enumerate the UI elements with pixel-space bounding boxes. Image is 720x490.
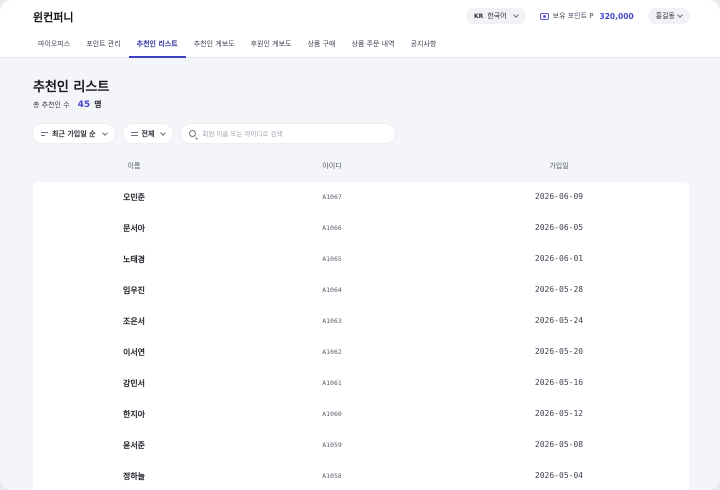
wallet-icon xyxy=(539,12,549,20)
join-date: 2026-05-24 xyxy=(534,316,584,325)
member-name: 임우진 xyxy=(122,286,146,295)
sort-icon xyxy=(41,131,48,137)
join-date: 2026-05-08 xyxy=(534,440,584,449)
join-date: 2026-06-05 xyxy=(534,223,584,232)
chevron-down-icon xyxy=(512,12,519,18)
member-name: 문서아 xyxy=(122,224,146,233)
tab-order-history[interactable]: 상품 주문 내역 xyxy=(343,33,402,58)
points-value: 320,000 xyxy=(599,11,634,21)
tab-referral-list[interactable]: 추천인 리스트 xyxy=(128,33,186,58)
count-value: 45 xyxy=(77,100,91,110)
user-menu[interactable]: 홍길동 xyxy=(647,8,690,24)
member-id: A1062 xyxy=(322,348,342,356)
member-name: 조은서 xyxy=(122,317,146,326)
member-id: A1063 xyxy=(322,317,342,325)
member-id: A1058 xyxy=(322,472,342,480)
table-row[interactable]: 문서아 A1066 2026-06-05 xyxy=(33,213,689,244)
top-header: 윈컨퍼니 KR 한국어 보유 포인트 P 320,000 홍길동 마이오피스 포… xyxy=(0,0,720,58)
table-row[interactable]: 이서연 A1062 2026-05-20 xyxy=(33,337,689,368)
member-name: 이서연 xyxy=(122,348,146,357)
table-row[interactable]: 한지아 A1060 2026-05-12 xyxy=(33,399,689,430)
table-row[interactable]: 강민서 A1061 2026-05-16 xyxy=(33,368,689,399)
member-id: A1060 xyxy=(322,410,342,418)
sort-dropdown[interactable]: 최근 가입일 순 xyxy=(33,124,115,143)
referral-count: 총 추천인 수 45 명 xyxy=(33,99,102,110)
table-header: 이름 아이디 가입일 xyxy=(33,157,689,177)
points-balance: 보유 포인트 P 320,000 xyxy=(539,11,634,21)
member-id: A1059 xyxy=(322,441,342,449)
join-date: 2026-05-04 xyxy=(534,471,584,480)
user-name: 홍길동 xyxy=(655,12,675,20)
app-frame: 윈컨퍼니 KR 한국어 보유 포인트 P 320,000 홍길동 마이오피스 포… xyxy=(0,0,720,490)
tab-notices[interactable]: 공지사항 xyxy=(403,33,445,58)
tab-my-office[interactable]: 마이오피스 xyxy=(30,33,78,58)
column-header-joined[interactable]: 가입일 xyxy=(549,161,568,171)
join-date: 2026-05-28 xyxy=(534,285,584,294)
search-input[interactable] xyxy=(202,129,388,138)
chevron-down-icon xyxy=(160,129,167,136)
join-date: 2026-06-01 xyxy=(534,254,584,263)
language-label: 한국어 xyxy=(487,12,507,20)
tab-points[interactable]: 포인트 관리 xyxy=(78,33,128,58)
member-name: 강민서 xyxy=(122,379,146,388)
main-nav: 마이오피스 포인트 관리 추천인 리스트 추천인 계보도 후원인 계보도 상품 … xyxy=(30,33,444,58)
join-date: 2026-05-12 xyxy=(534,409,584,418)
company-logo[interactable]: 윈컨퍼니 xyxy=(33,9,73,25)
chevron-down-icon xyxy=(677,12,683,18)
language-selector[interactable]: KR 한국어 xyxy=(466,8,526,24)
tab-product-purchase[interactable]: 상품 구매 xyxy=(299,33,343,58)
search-icon xyxy=(189,130,197,137)
count-unit: 명 xyxy=(94,100,102,109)
table-row[interactable]: 임우진 A1064 2026-05-28 xyxy=(33,275,689,306)
member-id: A1067 xyxy=(322,193,342,201)
table-row[interactable]: 윤서준 A1059 2026-05-08 xyxy=(33,430,689,461)
tab-referral-tree[interactable]: 추천인 계보도 xyxy=(186,33,243,58)
column-header-id[interactable]: 아이디 xyxy=(322,161,341,171)
header-actions: KR 한국어 보유 포인트 P 320,000 홍길동 xyxy=(466,8,690,24)
join-date: 2026-05-20 xyxy=(534,347,584,356)
member-name: 오민준 xyxy=(122,193,146,202)
member-name: 한지아 xyxy=(122,410,146,419)
member-name: 정하늘 xyxy=(122,472,146,481)
member-id: A1061 xyxy=(322,379,342,387)
sort-label: 최근 가입일 순 xyxy=(52,129,96,138)
page-title: 추천인 리스트 xyxy=(33,80,110,95)
table-row[interactable]: 정하늘 A1058 2026-05-04 xyxy=(33,461,689,490)
column-header-name[interactable]: 이름 xyxy=(128,161,141,171)
join-date: 2026-05-16 xyxy=(534,378,584,387)
table-row[interactable]: 조은서 A1063 2026-05-24 xyxy=(33,306,689,337)
table-row[interactable]: 오민준 A1067 2026-06-09 xyxy=(33,182,689,213)
member-name: 노태경 xyxy=(122,255,146,264)
member-name: 윤서준 xyxy=(122,441,146,450)
scope-dropdown[interactable]: 전체 xyxy=(122,124,174,143)
member-id: A1066 xyxy=(322,224,342,232)
chevron-down-icon xyxy=(101,129,108,136)
points-label: 보유 포인트 P xyxy=(552,12,594,20)
language-code: KR xyxy=(474,12,484,20)
count-label: 총 추천인 수 xyxy=(33,101,70,109)
member-id: A1064 xyxy=(322,286,342,294)
tab-sponsor-tree[interactable]: 후원인 계보도 xyxy=(243,33,300,58)
table-row[interactable]: 노태경 A1065 2026-06-01 xyxy=(33,244,689,275)
scope-label: 전체 xyxy=(141,129,155,138)
search-box xyxy=(181,124,396,143)
referral-table: 오민준 A1067 2026-06-09 문서아 A1066 2026-06-0… xyxy=(33,182,689,490)
filter-bar: 최근 가입일 순 전체 xyxy=(33,124,396,143)
join-date: 2026-06-09 xyxy=(534,192,584,201)
filter-icon xyxy=(130,131,138,137)
member-id: A1065 xyxy=(322,255,342,263)
